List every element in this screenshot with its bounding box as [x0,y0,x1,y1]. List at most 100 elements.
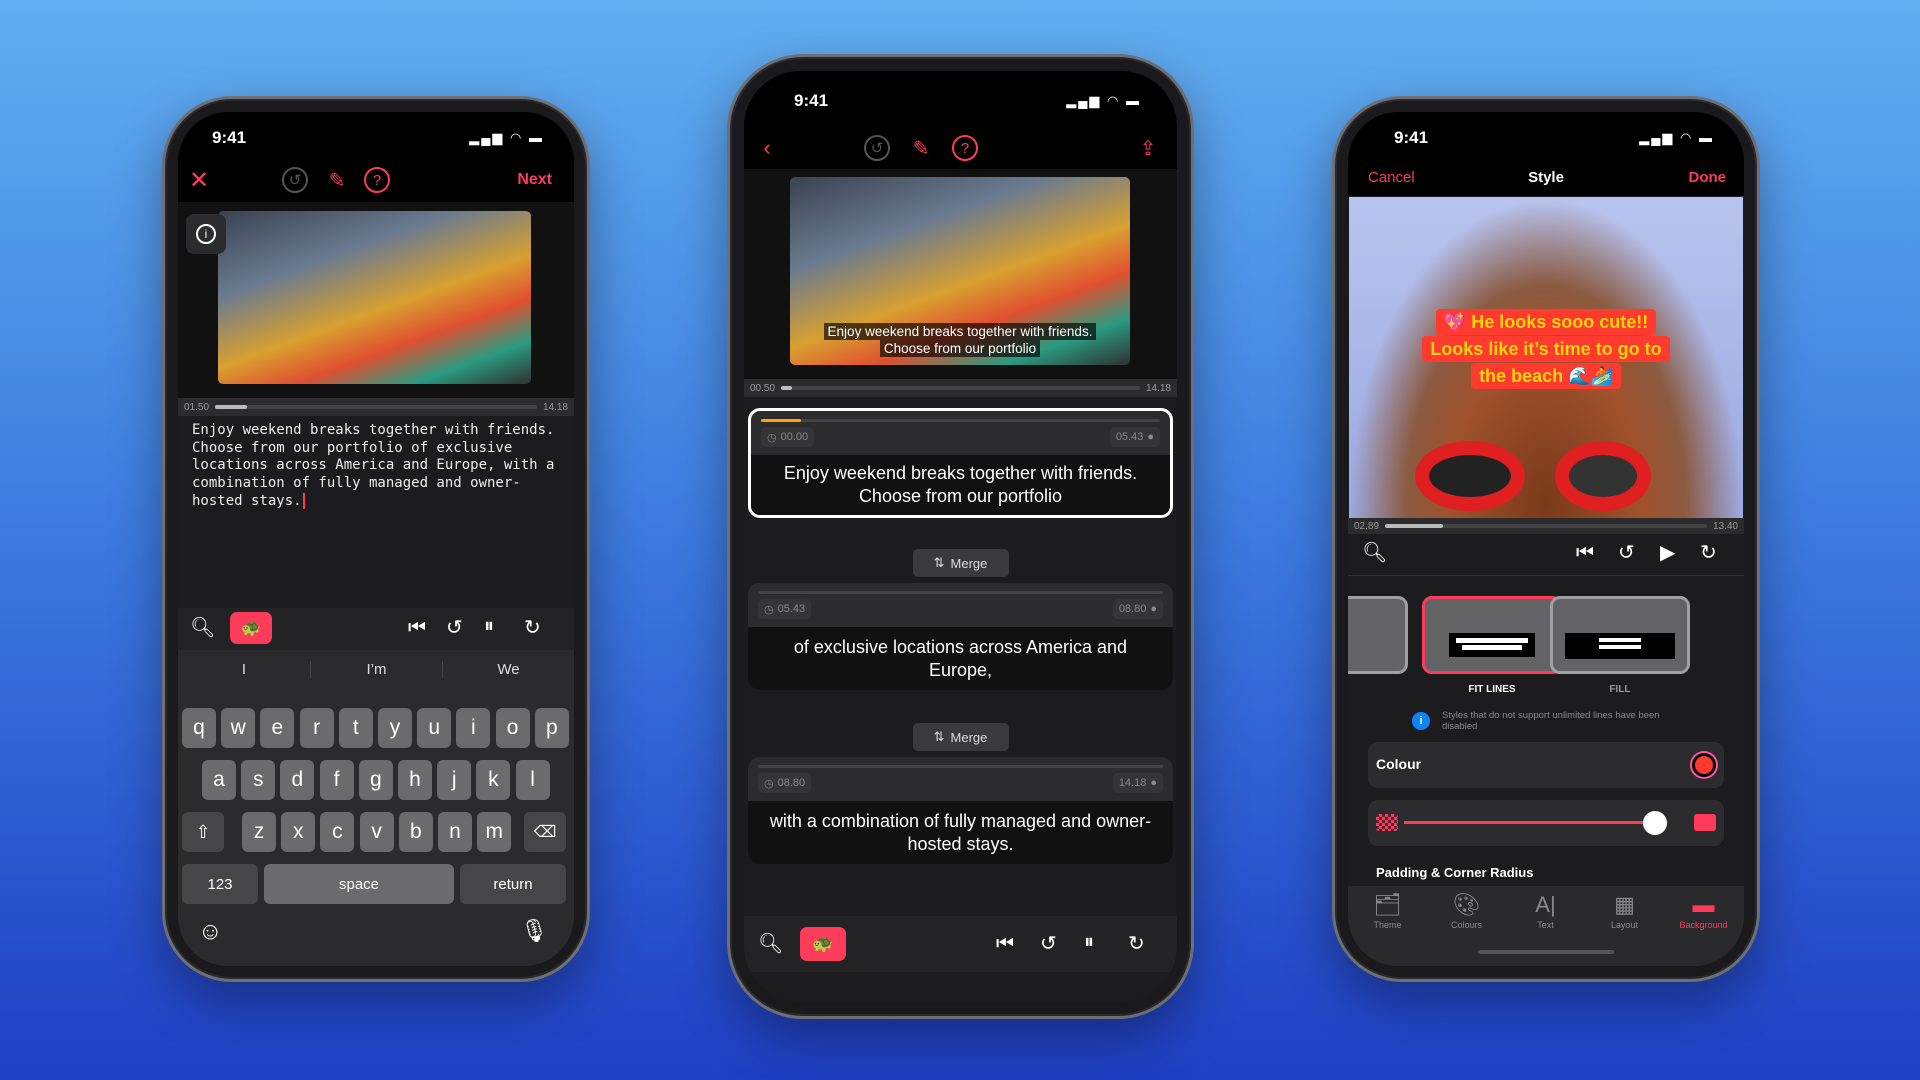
key-h[interactable]: h [398,760,432,800]
forward-icon[interactable]: ↻ [1700,540,1717,565]
segment-end-time[interactable]: 05.43 ● [1109,427,1160,447]
brush-icon[interactable]: ✎ [908,135,934,161]
key-r[interactable]: r [299,708,334,748]
brush-icon[interactable]: ✎ [324,167,350,193]
share-icon[interactable]: ⇪ [1135,135,1161,161]
tab-colours[interactable]: 🎨︎ Colours [1427,892,1506,930]
zoom-out-icon[interactable]: 🔍︎ [190,615,215,640]
key-g[interactable]: g [358,760,393,800]
key-l[interactable]: l [515,760,550,800]
key-x[interactable]: x [281,812,316,852]
caption-text-editor[interactable]: Enjoy weekend breaks together with frien… [192,422,562,511]
suggestion-item[interactable]: I [178,661,310,678]
forward-icon[interactable]: ↻ [524,615,541,640]
segment-card[interactable]: ◷ 08.80 14.18 ● with a combination of full… [748,757,1173,864]
tab-theme[interactable]: 🗂︎ Theme [1348,892,1427,930]
opacity-slider[interactable] [1404,811,1668,835]
key-y[interactable]: y [378,708,412,748]
undo-icon[interactable]: ↺ [864,135,890,161]
timeline-progress[interactable]: 00.50 14.18 [744,379,1177,397]
help-icon[interactable]: ? [952,135,978,161]
tab-layout[interactable]: ▦ Layout [1585,892,1664,930]
styled-caption[interactable]: 💖 He looks sooo cute!! Looks like it’s t… [1349,309,1743,390]
pause-icon[interactable]: ⏸︎ [484,615,494,638]
space-key[interactable]: space [264,864,454,904]
key-u[interactable]: u [417,708,452,748]
rewind-icon[interactable]: ↺ [446,615,463,640]
slow-motion-turtle-button[interactable]: 🐢 [230,612,272,644]
emoji-icon[interactable]: ☺ [198,918,223,946]
skip-back-icon[interactable]: ⏮︎ [1576,542,1594,565]
key-f[interactable]: f [319,760,354,800]
delete-key[interactable]: ⌫ [524,812,566,852]
return-key[interactable]: return [460,864,566,904]
forward-icon[interactable]: ↻ [1128,931,1145,956]
colour-row[interactable]: Colour [1368,742,1724,788]
segment-start-time[interactable]: ◷ 00.00 [761,427,815,447]
style-option[interactable] [1348,596,1408,674]
timeline-progress[interactable]: 01.50 14.18 [178,398,574,416]
segment-end-time[interactable]: 08.80 ● [1112,599,1163,619]
numbers-key[interactable]: 123 [182,864,258,904]
search-icon[interactable]: 🔍︎ [1362,540,1387,565]
rewind-icon[interactable]: ↺ [1618,540,1635,565]
video-preview[interactable] [218,211,531,384]
video-preview[interactable]: Enjoy weekend breaks together with frien… [790,177,1130,365]
key-p[interactable]: p [534,708,569,748]
suggestion-item[interactable]: I’m [310,661,442,678]
key-j[interactable]: j [437,760,472,800]
play-icon[interactable]: ▶ [1660,540,1675,565]
segment-text[interactable]: with a combination of fully managed and … [748,801,1173,864]
rewind-icon[interactable]: ↺ [1040,931,1057,956]
slow-motion-turtle-button[interactable]: 🐢 [800,927,846,961]
key-c[interactable]: c [320,812,355,852]
key-k[interactable]: k [476,760,511,800]
next-button[interactable]: Next [517,171,552,189]
slider-thumb[interactable] [1642,811,1667,835]
key-o[interactable]: o [495,708,530,748]
key-z[interactable]: z [242,812,276,852]
tab-background[interactable]: ▬ Background [1664,892,1743,930]
key-m[interactable]: m [477,812,512,852]
segment-text[interactable]: of exclusive locations across America an… [748,627,1173,690]
key-q[interactable]: q [182,708,216,748]
help-icon[interactable]: ? [364,167,390,193]
tab-text[interactable]: A| Text [1506,892,1585,930]
close-button[interactable]: ✕ [186,167,212,194]
segment-text[interactable]: Enjoy weekend breaks together with frien… [751,455,1170,515]
key-t[interactable]: t [338,708,373,748]
key-a[interactable]: a [202,760,236,800]
segment-card[interactable]: ◷ 00.00 05.43 ● Enjoy weekend breaks toget… [748,408,1173,518]
pause-icon[interactable]: ⏸︎ [1084,931,1094,954]
back-button[interactable]: ‹ [754,135,780,161]
key-b[interactable]: b [398,812,433,852]
colour-picker-swatch[interactable] [1692,753,1716,777]
zoom-out-icon[interactable]: 🔍︎ [758,931,783,956]
merge-button[interactable]: ⇅ Merge [912,549,1009,577]
key-n[interactable]: n [438,812,472,852]
segment-end-time[interactable]: 14.18 ● [1112,773,1163,793]
segment-card[interactable]: ◷ 05.43 08.80 ● of exclusive locations acr… [748,583,1173,690]
undo-icon[interactable]: ↺ [282,167,308,193]
skip-back-icon[interactable]: ⏮︎ [408,617,426,640]
key-d[interactable]: d [280,760,315,800]
style-option[interactable] [1550,596,1690,674]
style-option[interactable] [1422,596,1562,674]
key-s[interactable]: s [241,760,276,800]
info-button[interactable]: i [186,214,226,254]
padding-section-title: Padding & Corner Radius [1376,865,1534,880]
merge-button[interactable]: ⇅ Merge [912,723,1009,751]
key-w[interactable]: w [221,708,256,748]
key-v[interactable]: v [359,812,394,852]
suggestion-item[interactable]: We [442,661,574,678]
skip-back-icon[interactable]: ⏮︎ [996,933,1014,956]
key-e[interactable]: e [260,708,295,748]
segment-start-time[interactable]: ◷ 08.80 [758,773,812,793]
segment-start-time[interactable]: ◷ 05.43 [758,599,812,619]
microphone-icon[interactable]: 🎙︎ [520,918,548,944]
video-preview[interactable]: 💖 He looks sooo cute!! Looks like it’s t… [1349,197,1743,518]
timeline-progress[interactable]: 02.89 13.40 [1348,518,1744,534]
shift-key[interactable]: ⇧ [182,812,224,852]
key-i[interactable]: i [456,708,491,748]
done-button[interactable]: Done [1689,169,1727,186]
